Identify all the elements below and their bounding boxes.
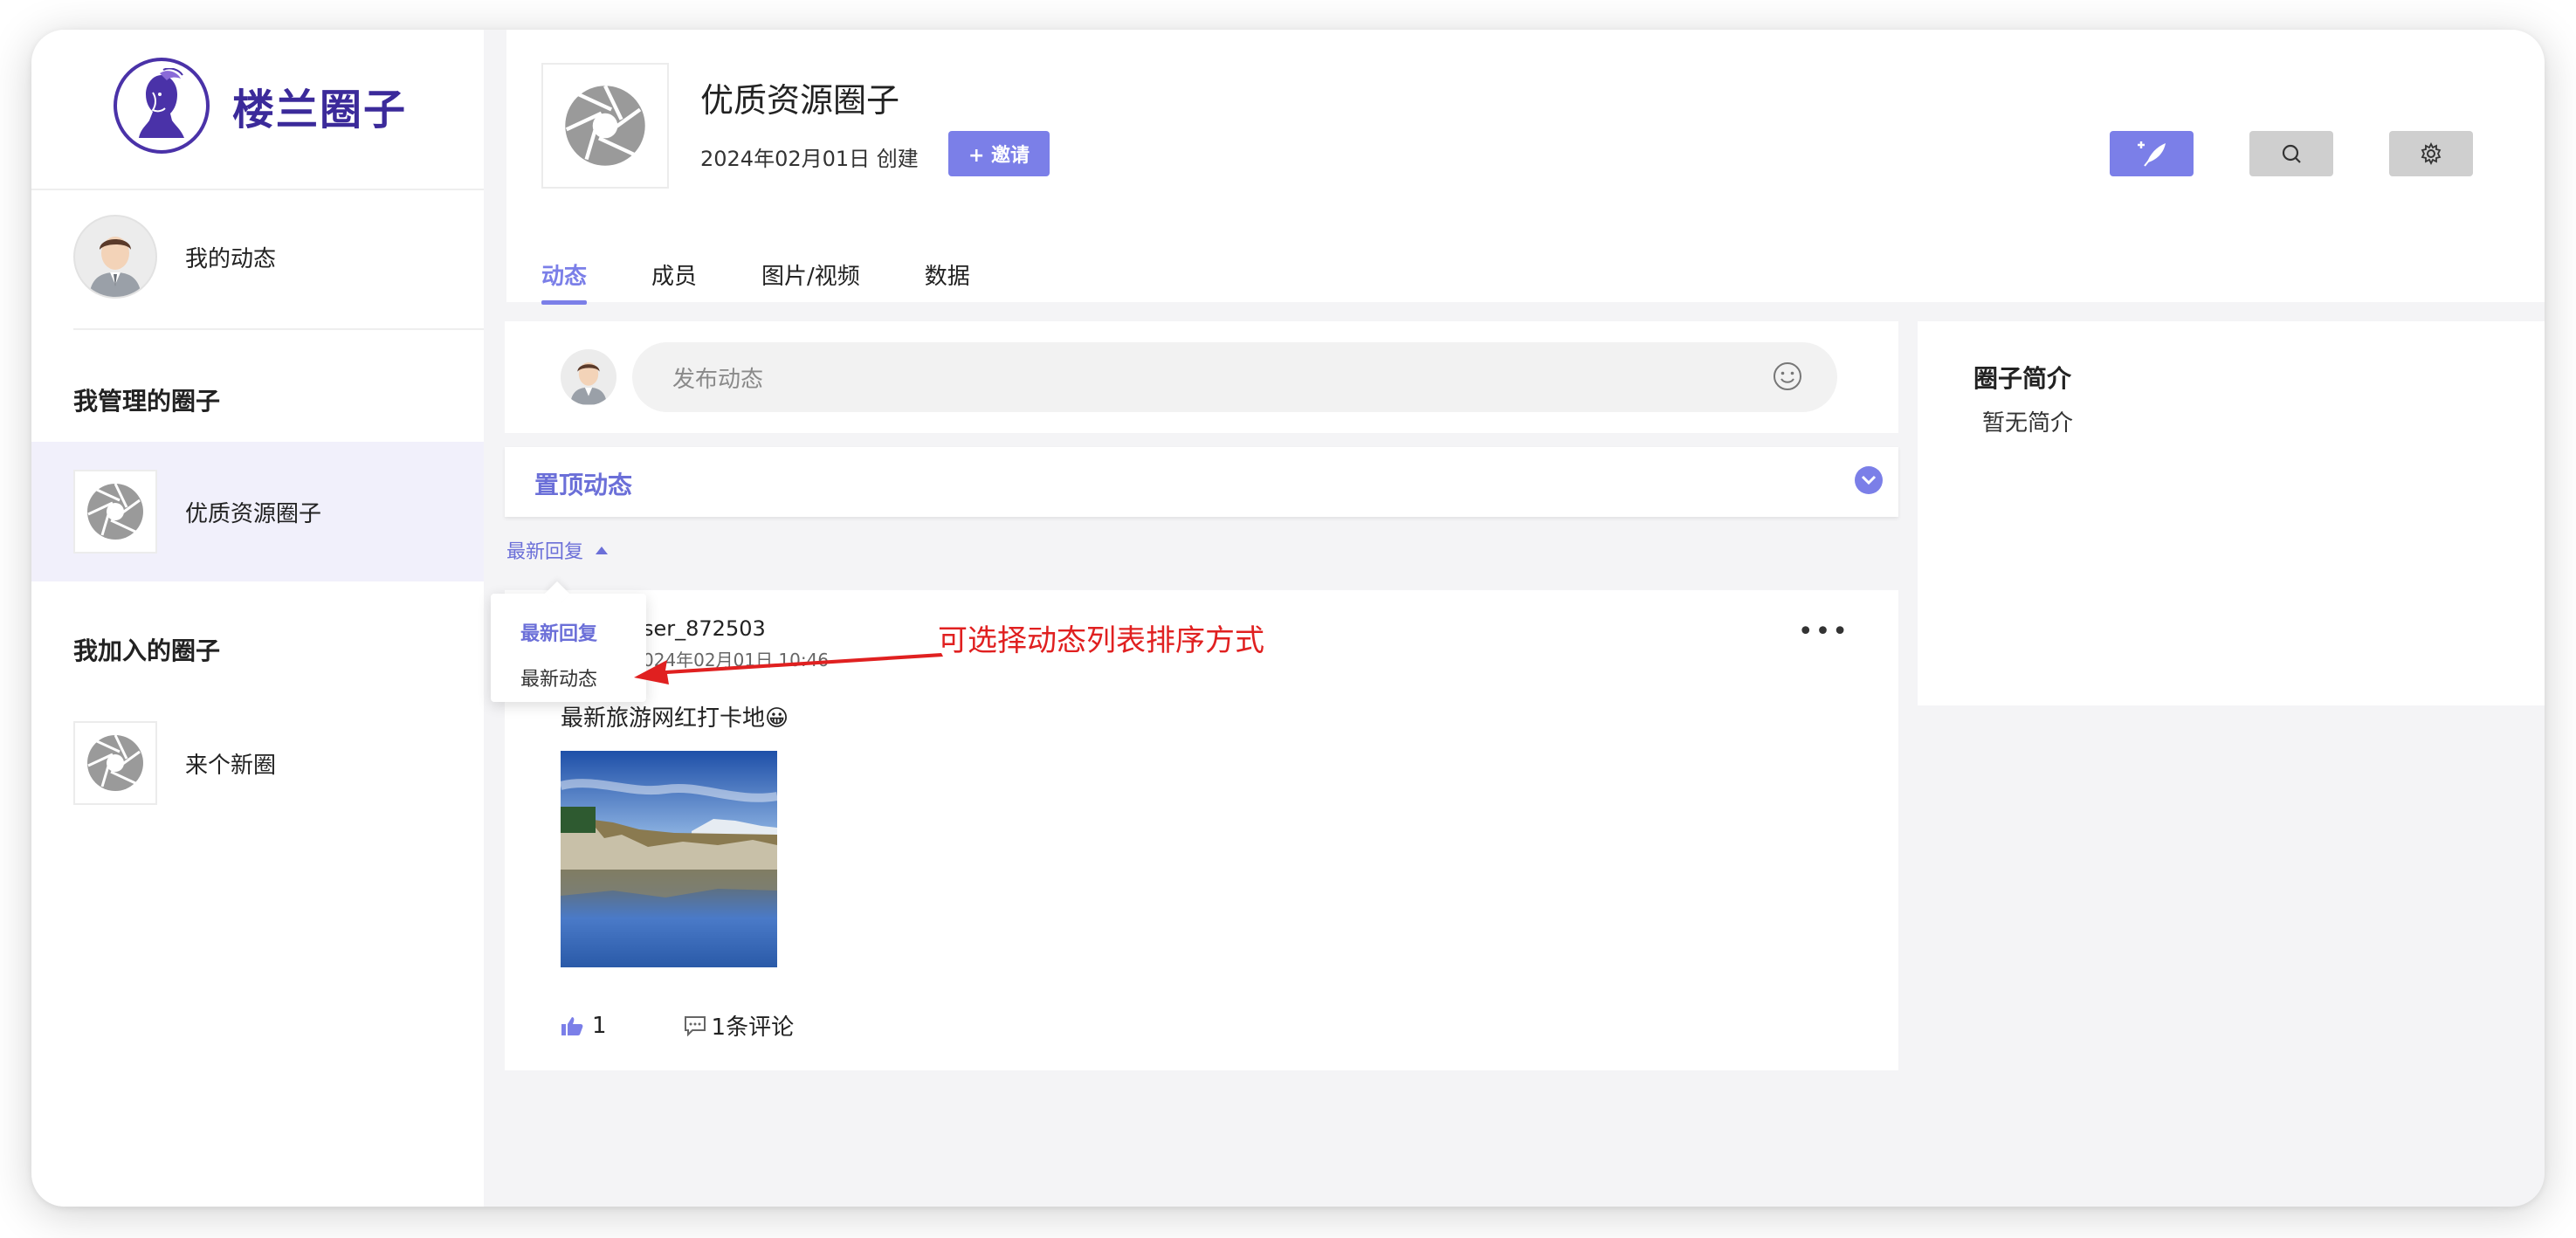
new-post-button[interactable] xyxy=(2110,131,2194,176)
search-icon xyxy=(2282,144,2301,163)
more-menu-button[interactable]: ••• xyxy=(1798,616,1849,647)
sidebar-item-joined-circle[interactable]: 来个新圈 xyxy=(31,693,484,833)
post-text: 最新旅游网红打卡地😀 xyxy=(561,705,789,732)
aperture-icon xyxy=(541,63,669,189)
pinned-posts-bar[interactable]: 置顶动态 xyxy=(505,447,1898,517)
comment-button[interactable]: 1条评论 xyxy=(684,1009,795,1042)
post-input-placeholder: 发布动态 xyxy=(672,366,764,393)
comment-count: 1条评论 xyxy=(711,1014,795,1041)
brand-logo-icon xyxy=(114,58,210,154)
sort-dropdown-menu: 最新回复 最新动态 xyxy=(491,594,646,702)
thumbs-up-icon xyxy=(561,1016,583,1035)
circle-header: 优质资源圈子 2024年02月01日 创建 + 邀请 动态 成员 图片/视频 数… xyxy=(506,30,2545,305)
like-count: 1 xyxy=(592,1012,607,1039)
post-image[interactable] xyxy=(561,751,777,967)
circle-label: 来个新圈 xyxy=(185,752,277,779)
circle-label: 优质资源圈子 xyxy=(185,500,322,527)
search-button[interactable] xyxy=(2249,131,2333,176)
pinned-title: 置顶动态 xyxy=(534,471,633,499)
tab-members[interactable]: 成员 xyxy=(651,258,697,301)
tab-bar: 动态 成员 图片/视频 数据 xyxy=(541,258,1035,305)
brand-name: 楼兰圈子 xyxy=(232,86,408,134)
brand[interactable]: 楼兰圈子 xyxy=(114,56,407,155)
user-avatar xyxy=(561,349,616,405)
tab-feed[interactable]: 动态 xyxy=(541,258,588,305)
invite-button[interactable]: + 邀请 xyxy=(948,131,1050,176)
chevron-down-icon[interactable] xyxy=(1855,466,1883,494)
sidebar-item-managed-circle[interactable]: 优质资源圈子 xyxy=(31,442,484,581)
sort-current: 最新回复 xyxy=(506,541,584,563)
tab-media[interactable]: 图片/视频 xyxy=(761,258,860,301)
post-actions: 1 1条评论 xyxy=(561,1009,794,1042)
divider xyxy=(31,189,484,190)
tab-data[interactable]: 数据 xyxy=(925,258,970,301)
user-avatar xyxy=(73,215,157,299)
sidebar: 楼兰圈子 我的动态 我管理的圈子 优质资源圈子 我加入的圈子 来个新圈 xyxy=(31,30,484,1207)
circle-intro: 圈子简介 暂无简介 xyxy=(1918,321,2545,705)
settings-button[interactable] xyxy=(2389,131,2473,176)
sort-option-latest-reply[interactable]: 最新回复 xyxy=(520,618,597,646)
sort-dropdown-trigger[interactable]: 最新回复 xyxy=(506,536,609,564)
quill-plus-icon xyxy=(2138,141,2166,167)
joined-circles-title: 我加入的圈子 xyxy=(73,636,221,665)
caret-up-icon xyxy=(596,546,609,554)
emoji-icon[interactable] xyxy=(1771,360,1804,399)
divider xyxy=(73,328,484,330)
annotation-text: 可选择动态列表排序方式 xyxy=(938,623,1264,658)
like-button[interactable]: 1 xyxy=(561,1013,607,1039)
intro-body: 暂无简介 xyxy=(1982,410,2074,437)
gear-icon xyxy=(2421,142,2442,165)
my-feed-label: 我的动态 xyxy=(185,245,277,272)
post-composer: 发布动态 xyxy=(505,321,1898,433)
post-username[interactable]: ser_872503 xyxy=(643,616,766,641)
comment-icon xyxy=(684,1015,706,1036)
managed-circles-title: 我管理的圈子 xyxy=(73,387,221,416)
aperture-icon xyxy=(73,470,157,554)
app-window: 楼兰圈子 我的动态 我管理的圈子 优质资源圈子 我加入的圈子 来个新圈 优质资源… xyxy=(31,30,2545,1207)
sort-option-latest-post[interactable]: 最新动态 xyxy=(520,664,597,691)
post-input[interactable]: 发布动态 xyxy=(632,342,1837,412)
annotation-arrow-icon xyxy=(634,653,943,684)
created-date: 2024年02月01日 创建 xyxy=(700,147,919,171)
sidebar-item-my-feed[interactable]: 我的动态 xyxy=(73,215,276,299)
aperture-icon xyxy=(73,721,157,805)
page-title: 优质资源圈子 xyxy=(700,81,900,120)
intro-title: 圈子简介 xyxy=(1973,364,2072,393)
